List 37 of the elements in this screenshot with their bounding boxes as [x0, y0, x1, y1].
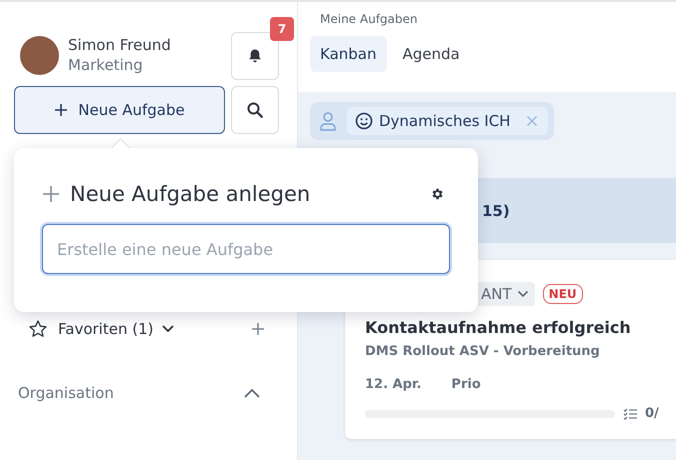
chevron-icon [516, 290, 529, 298]
task-title: Kontaktaufnahme erfolgreich [365, 318, 632, 337]
plus-icon [42, 185, 60, 203]
chevron-icon [161, 324, 176, 334]
page-title: Meine Aufgaben [320, 12, 418, 26]
view-tab[interactable]: Kanban [310, 36, 386, 72]
user-name: Simon Freund [68, 36, 172, 54]
popup-title: Neue Aufgabe anlegen [70, 182, 310, 206]
due-date: 12. Apr. [365, 377, 422, 392]
column-count: 15) [482, 202, 510, 220]
favorites-toggle[interactable]: Favoriten (1) [58, 320, 176, 338]
add-icon[interactable] [251, 322, 265, 336]
section-label: Organisation [18, 384, 114, 402]
project-name: DMS Rollout ASV - Vorbereitung [365, 344, 601, 359]
priority-label: Prio [451, 377, 481, 392]
checklist-count: 0/ [645, 406, 659, 421]
star-icon [28, 319, 48, 339]
search-button[interactable] [231, 86, 279, 134]
person-icon [319, 111, 337, 131]
task-input-field[interactable]: Erstelle eine neue Aufgabe [42, 224, 450, 274]
bell-icon [247, 48, 263, 64]
chip-label: Dynamisches ICH [379, 112, 510, 130]
checklist-icon [623, 408, 637, 420]
avatar [20, 36, 59, 74]
notifications-button[interactable] [231, 32, 279, 80]
plus-icon [54, 103, 68, 117]
smiley-icon [355, 112, 373, 130]
settings-icon[interactable] [430, 187, 444, 201]
new-task-button[interactable]: Neue Aufgabe [14, 86, 225, 134]
new-badge: NEU [542, 284, 583, 304]
chevron-icon[interactable] [243, 387, 261, 399]
user-department: Marketing [68, 56, 144, 74]
search-icon [246, 101, 264, 119]
notification-count-badge: 7 [270, 17, 294, 41]
filter-chip[interactable]: Dynamisches ICH [347, 107, 548, 135]
status-dropdown[interactable]: ANT [475, 282, 535, 306]
view-tab[interactable]: Agenda [392, 36, 470, 72]
